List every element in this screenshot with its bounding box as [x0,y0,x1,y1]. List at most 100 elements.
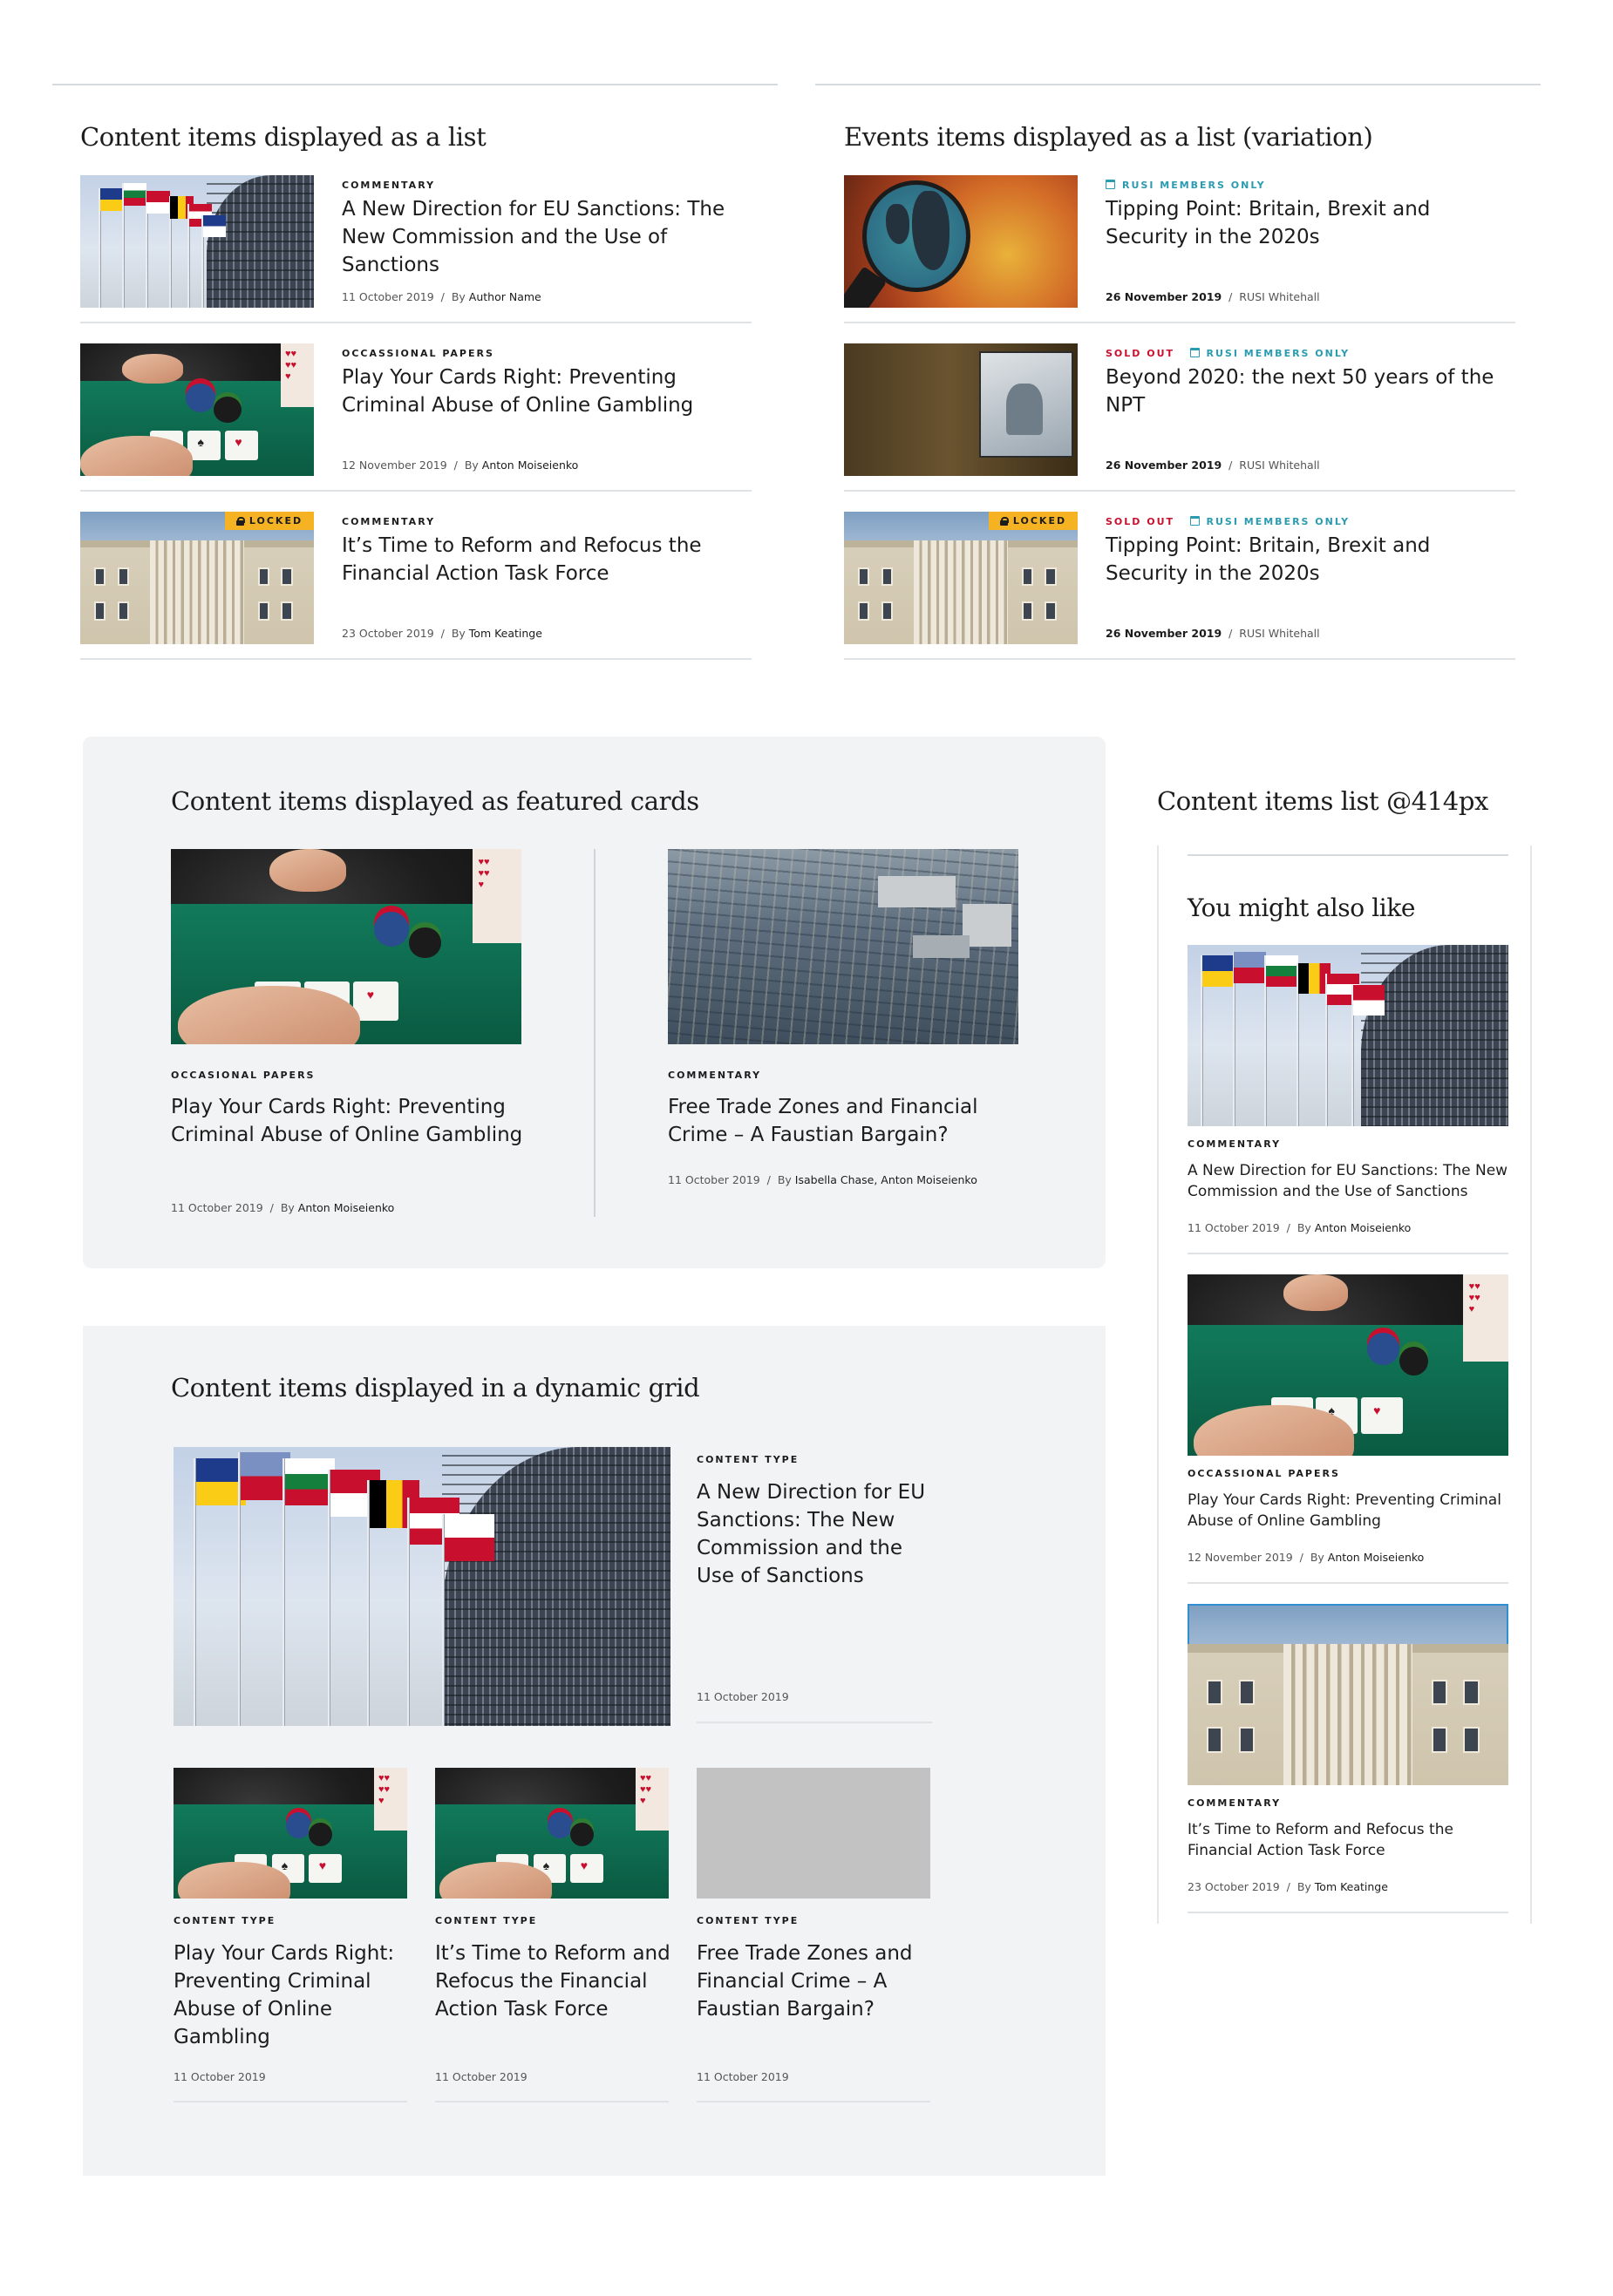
image-placeholder[interactable] [697,1768,930,1899]
content-date: 23 October 2019 [342,627,434,640]
calendar-icon [1189,348,1200,357]
content-author[interactable]: Tom Keatinge [469,627,542,640]
palace-image[interactable] [1188,1604,1508,1785]
flags-image[interactable] [80,175,314,308]
event-title[interactable]: Beyond 2020: the next 50 years of the NP… [1106,363,1515,419]
mobile-subtitle: You might also like [1188,893,1416,922]
content-title[interactable]: Free Trade Zones and Financial Crime – A… [668,1093,1034,1149]
members-only-label: RUSI MEMBERS ONLY [1206,516,1351,527]
content-type-label: COMMENTARY [668,1070,762,1081]
hall-image[interactable] [844,343,1078,476]
content-author[interactable]: Anton Moiseienko [1315,1221,1412,1234]
event-meta: 26 November 2019 / RUSI Whitehall [1106,290,1320,303]
section-title-featured-cards: Content items displayed as featured card… [171,786,699,816]
content-date: 12 November 2019 [1188,1551,1293,1564]
content-meta: 23 October 2019 / By Tom Keatinge [1188,1880,1388,1893]
poker-image[interactable] [171,849,521,1044]
content-title[interactable]: Play Your Cards Right: Preventing Crimin… [174,1939,413,2051]
list-divider [1188,1582,1508,1584]
flags-image[interactable] [1188,945,1508,1126]
calendar-icon [1106,180,1115,189]
content-author[interactable]: Tom Keatinge [1315,1880,1388,1893]
grid-divider [697,2101,930,2102]
content-author[interactable]: Anton Moiseienko [482,459,579,472]
content-date: 11 October 2019 [435,2070,527,2083]
section-title-mobile-list: Content items list @414px [1157,786,1488,816]
event-date: 26 November 2019 [1106,290,1222,303]
list-divider [844,322,1515,323]
content-date: 11 October 2019 [342,290,434,303]
content-type-label: CONTENT TYPE [697,1915,800,1926]
content-title[interactable]: It’s Time to Reform and Refocus the Fina… [1188,1819,1475,1861]
content-date: 11 October 2019 [174,2070,266,2083]
calendar-icon [1189,516,1200,526]
content-type-label: OCCASSIONAL PAPERS [342,348,494,359]
content-meta: 11 October 2019 / By Anton Moiseienko [1188,1221,1412,1234]
list-divider [844,490,1515,492]
event-location: RUSI Whitehall [1239,627,1320,640]
content-title[interactable]: It’s Time to Reform and Refocus the Fina… [342,532,752,588]
poker-image[interactable] [435,1768,669,1899]
content-author[interactable]: Anton Moiseienko [298,1201,395,1214]
content-type-label: COMMENTARY [342,180,436,191]
content-type-label: COMMENTARY [1188,1138,1282,1150]
lock-icon [235,516,245,526]
content-title[interactable]: Play Your Cards Right: Preventing Crimin… [1188,1490,1519,1532]
mobile-top-divider [1188,854,1508,856]
content-date: 11 October 2019 [1188,1221,1280,1234]
top-divider-right [815,84,1541,85]
top-divider-left [52,84,778,85]
event-date: 26 November 2019 [1106,627,1222,640]
content-title[interactable]: A New Direction for EU Sanctions: The Ne… [1188,1160,1519,1202]
sold-out-label: SOLD OUT [1106,348,1175,359]
content-type-label: CONTENT TYPE [435,1915,538,1926]
grid-divider [174,2101,407,2102]
content-meta: 12 November 2019 / By Anton Moiseienko [1188,1551,1425,1564]
members-only-label: RUSI MEMBERS ONLY [1206,348,1351,359]
palace-image[interactable]: LOCKED [80,512,314,644]
list-divider [1188,1253,1508,1254]
list-divider [80,490,752,492]
event-meta: 26 November 2019 / RUSI Whitehall [1106,627,1320,640]
list-divider [1188,1912,1508,1913]
event-status-labels: SOLD OUT RUSI MEMBERS ONLY [1106,348,1350,359]
event-location: RUSI Whitehall [1239,290,1320,303]
content-author[interactable]: Anton Moiseienko [1328,1551,1425,1564]
list-divider [80,322,752,323]
content-title[interactable]: A New Direction for EU Sanctions: The Ne… [342,195,752,279]
content-author[interactable]: Author Name [469,290,541,303]
poker-image[interactable] [80,343,314,476]
flags-image[interactable] [174,1447,670,1726]
locked-badge: LOCKED [225,512,314,530]
content-meta: 11 October 2019 / By Isabella Chase, Ant… [668,1173,977,1186]
content-date: 23 October 2019 [1188,1880,1280,1893]
port-image[interactable] [668,849,1018,1044]
content-title[interactable]: Free Trade Zones and Financial Crime – A… [697,1939,936,2023]
card-divider [594,849,596,1217]
palace-image[interactable]: LOCKED [844,512,1078,644]
content-date: 11 October 2019 [697,1690,789,1703]
grid-divider [435,2101,669,2102]
content-type-label: COMMENTARY [1188,1797,1282,1809]
content-type-label: OCCASIONAL PAPERS [171,1070,316,1081]
content-title[interactable]: It’s Time to Reform and Refocus the Fina… [435,1939,675,2023]
content-type-label: COMMENTARY [342,516,436,527]
content-author[interactable]: Isabella Chase, Anton Moiseienko [795,1173,977,1186]
content-title[interactable]: Play Your Cards Right: Preventing Crimin… [342,363,752,419]
poker-image[interactable] [174,1768,407,1899]
event-title[interactable]: Tipping Point: Britain, Brexit and Secur… [1106,532,1515,588]
content-date: 11 October 2019 [171,1201,263,1214]
sold-out-label: SOLD OUT [1106,516,1175,527]
event-title[interactable]: Tipping Point: Britain, Brexit and Secur… [1106,195,1515,251]
content-date: 11 October 2019 [668,1173,760,1186]
poker-image[interactable] [1188,1274,1508,1456]
content-title[interactable]: Play Your Cards Right: Preventing Crimin… [171,1093,537,1149]
lock-icon [999,516,1009,526]
content-type-label: CONTENT TYPE [697,1454,800,1465]
map-image[interactable] [844,175,1078,308]
content-title[interactable]: A New Direction for EU Sanctions: The Ne… [697,1478,936,1590]
section-title-dynamic-grid: Content items displayed in a dynamic gri… [171,1373,700,1403]
list-divider [844,658,1515,660]
locked-badge: LOCKED [989,512,1078,530]
content-meta: 12 November 2019 / By Anton Moiseienko [342,459,579,472]
